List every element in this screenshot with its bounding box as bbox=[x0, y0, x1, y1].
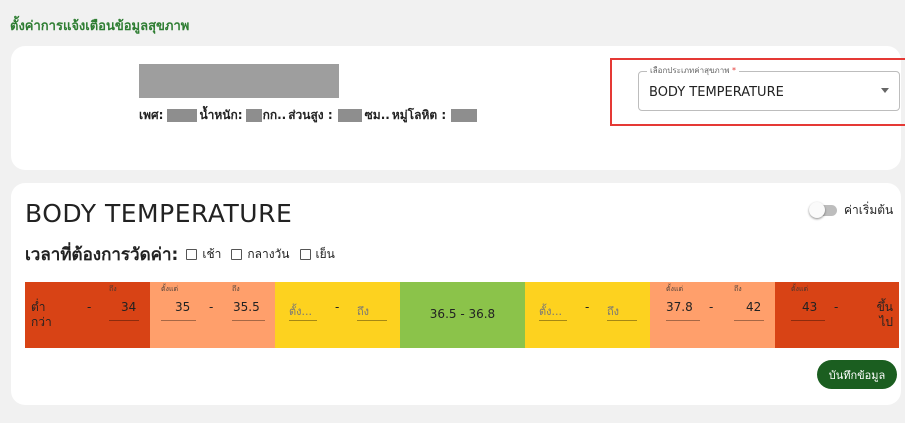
range-from-input[interactable]: 37.8 bbox=[666, 300, 693, 314]
profile-details: เพศ: น้ำหนัก: กก.. ส่วนสูง : ซม.. หมู่โล… bbox=[139, 106, 480, 125]
gender-label: เพศ: bbox=[139, 108, 164, 122]
input-underline bbox=[161, 320, 196, 321]
input-underline bbox=[357, 320, 387, 321]
range-from-label: ตั้งแต่ bbox=[791, 285, 809, 293]
normal-range-value: 36.5 - 36.8 bbox=[429, 307, 496, 321]
health-type-select-label: เลือกประเภทค่าสุขภาพ * bbox=[647, 64, 740, 77]
range-to-label: ถึง bbox=[109, 285, 117, 293]
range-to-label: ถึง bbox=[734, 285, 742, 293]
measure-time-label: เวลาที่ต้องการวัดค่า: bbox=[25, 245, 179, 265]
save-button[interactable]: บันทึกข้อมูล bbox=[817, 360, 897, 389]
time-option-evening[interactable]: เย็น bbox=[299, 245, 335, 264]
health-type-select-value: BODY TEMPERATURE bbox=[649, 85, 784, 100]
redacted-patient-name bbox=[139, 64, 339, 98]
threshold-card: BODY TEMPERATURE ค่าเริ่มต้น เวลาที่ต้อง… bbox=[11, 183, 901, 405]
range-to-label: ถึง bbox=[232, 285, 240, 293]
range-from-input[interactable]: ตั้ง... bbox=[289, 302, 312, 320]
caret-down-icon bbox=[881, 88, 889, 93]
input-underline bbox=[607, 320, 637, 321]
range-from-input[interactable]: 35 bbox=[175, 300, 190, 314]
time-option-noon[interactable]: กลางวัน bbox=[231, 245, 290, 264]
range-segment-high: ตั้งแต่ 37.8 - ถึง 42 bbox=[650, 282, 775, 348]
input-underline bbox=[539, 320, 567, 321]
health-type-select[interactable]: เลือกประเภทค่าสุขภาพ * BODY TEMPERATURE bbox=[638, 64, 900, 111]
range-segment-warning-low: ตั้ง... - ถึง bbox=[275, 282, 400, 348]
checkbox-icon[interactable] bbox=[231, 249, 243, 260]
height-label: ส่วนสูง : bbox=[288, 108, 333, 122]
range-segment-normal: 36.5 - 36.8 bbox=[400, 282, 525, 348]
toggle-thumb[interactable] bbox=[809, 202, 825, 218]
health-type-select-highlight: เลือกประเภทค่าสุขภาพ * BODY TEMPERATURE bbox=[610, 58, 905, 126]
profile-card: เพศ: น้ำหนัก: กก.. ส่วนสูง : ซม.. หมู่โล… bbox=[11, 46, 905, 170]
input-underline bbox=[734, 320, 764, 321]
range-segment-low: ตั้งแต่ 35 - ถึง 35.5 bbox=[150, 282, 275, 348]
range-dash: - bbox=[834, 300, 839, 314]
measure-time-row: เวลาที่ต้องการวัดค่า: เช้า กลางวัน เย็น bbox=[25, 241, 345, 268]
weight-label: น้ำหนัก: bbox=[199, 108, 243, 122]
range-from-label: ตั้งแต่ bbox=[161, 285, 179, 293]
section-title: BODY TEMPERATURE bbox=[25, 199, 293, 228]
height-unit: ซม.. bbox=[364, 108, 390, 122]
weight-unit: กก.. bbox=[262, 108, 287, 122]
range-from-input[interactable]: 43 bbox=[802, 300, 817, 314]
time-option-morning[interactable]: เช้า bbox=[186, 245, 221, 264]
input-underline bbox=[109, 320, 139, 321]
range-segment-critical-low: ต่ำกว่า - ถึง 34 bbox=[25, 282, 150, 348]
range-from-value: ต่ำกว่า bbox=[31, 300, 52, 329]
page-title: ตั้งค่าการแจ้งเตือนข้อมูลสุขภาพ bbox=[10, 19, 190, 34]
range-to-value: ขึ้นไป bbox=[876, 300, 893, 329]
input-underline bbox=[232, 320, 265, 321]
range-segment-critical-high: ตั้งแต่ 43 - ขึ้นไป bbox=[775, 282, 899, 348]
range-segment-warning-high: ตั้ง... - ถึง bbox=[525, 282, 650, 348]
toggle-track[interactable] bbox=[809, 202, 837, 218]
range-from-input[interactable]: ตั้ง... bbox=[539, 302, 562, 320]
range-to-input[interactable]: ถึง bbox=[357, 302, 369, 320]
input-underline bbox=[289, 320, 317, 321]
input-underline bbox=[791, 320, 825, 321]
range-to-input[interactable]: 42 bbox=[746, 300, 761, 314]
input-underline bbox=[666, 320, 700, 321]
range-to-input[interactable]: 34 bbox=[121, 300, 136, 314]
redacted-height bbox=[337, 109, 362, 122]
checkbox-icon[interactable] bbox=[299, 249, 311, 260]
range-dash: - bbox=[709, 300, 714, 314]
range-to-input[interactable]: 35.5 bbox=[233, 300, 260, 314]
threshold-range-bar: ต่ำกว่า - ถึง 34 ตั้งแต่ 35 - ถึง 35.5 ต… bbox=[25, 282, 899, 348]
redacted-blood-type bbox=[451, 109, 478, 122]
range-to-input[interactable]: ถึง bbox=[607, 302, 619, 320]
redacted-weight bbox=[245, 109, 262, 122]
range-dash: - bbox=[335, 300, 340, 314]
range-dash: - bbox=[585, 300, 590, 314]
range-dash: - bbox=[87, 300, 92, 314]
blood-type-label: หมู่โลหิต : bbox=[391, 108, 447, 122]
checkbox-icon[interactable] bbox=[186, 249, 198, 260]
default-values-toggle[interactable]: ค่าเริ่มต้น bbox=[809, 201, 894, 220]
range-dash: - bbox=[209, 300, 214, 314]
range-from-label: ตั้งแต่ bbox=[666, 285, 684, 293]
default-values-label: ค่าเริ่มต้น bbox=[844, 203, 894, 217]
redacted-gender bbox=[167, 109, 198, 122]
